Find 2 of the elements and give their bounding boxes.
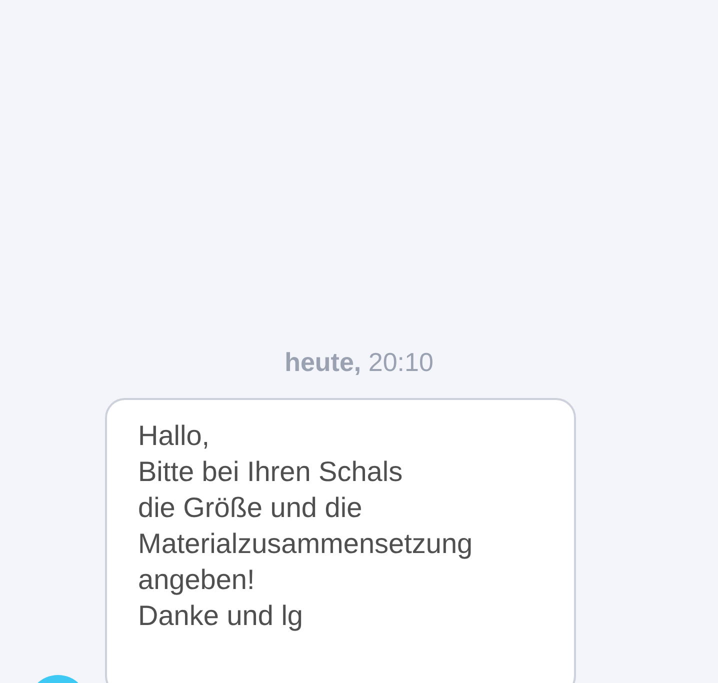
timestamp: heute, 20:10 bbox=[284, 346, 434, 378]
message-text: Hallo, Bitte bei Ihren Schals die Größe und die Materialzusammensetzung angeben! Danke und lg bbox=[138, 419, 474, 633]
